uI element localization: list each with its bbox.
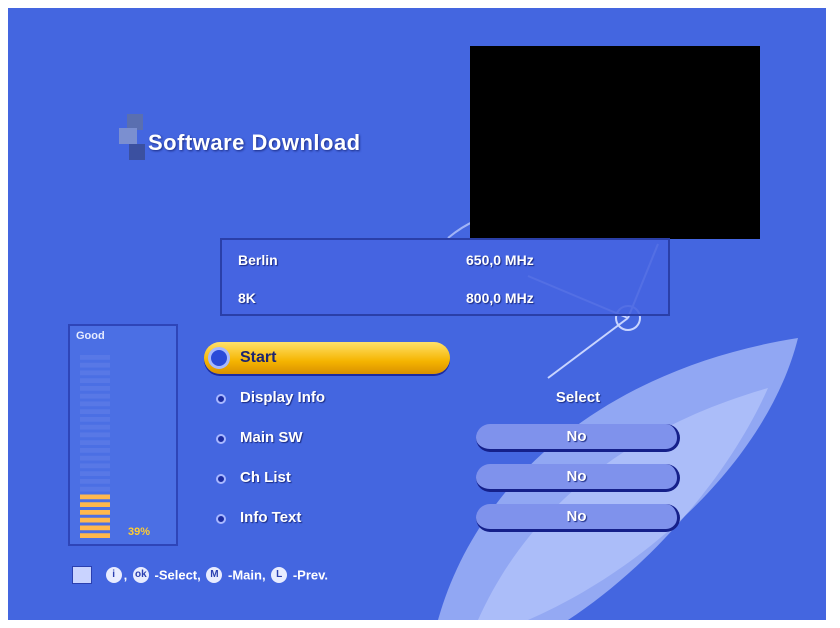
menu-start[interactable]: Start: [204, 342, 674, 374]
info-text-value[interactable]: No: [476, 504, 680, 532]
signal-bar-segment: [80, 525, 110, 531]
ch-list-value[interactable]: No: [476, 464, 680, 492]
menu-ch-list[interactable]: Ch List No: [204, 462, 680, 494]
info-row: Berlin 650,0 MHz: [238, 246, 652, 274]
signal-bar-segment: [80, 463, 110, 469]
back-key-icon: L: [271, 567, 288, 583]
selected-bullet-icon: [208, 347, 230, 369]
video-preview: [470, 46, 760, 239]
help-prev-text: -Prev.: [292, 567, 328, 583]
main-sw-value[interactable]: No: [476, 424, 680, 452]
signal-bar-segment: [80, 378, 110, 383]
signal-bar-segment: [80, 409, 110, 414]
signal-bar-segment: [80, 370, 110, 376]
info-key-icon: i: [105, 567, 122, 583]
signal-bar-segment: [80, 479, 110, 484]
display-info-value[interactable]: Select: [476, 389, 680, 406]
transponder-frequency: 650,0 MHz: [466, 252, 534, 268]
signal-bar-segment: [80, 393, 110, 399]
help-book-icon: [72, 566, 92, 584]
signal-bar-segment: [80, 486, 110, 492]
signal-quality-label: Good: [76, 330, 105, 342]
help-main-text: -Main,: [228, 567, 266, 583]
software-download-screen: Software Download Berlin 650,0 MHz 8K 80…: [8, 8, 826, 620]
signal-bar-segment: [80, 432, 110, 438]
transponder-frequency: 800,0 MHz: [466, 290, 534, 306]
menu-item-label: Display Info: [240, 389, 326, 406]
start-label: Start: [240, 349, 277, 366]
bullet-icon: [216, 434, 226, 444]
signal-bar-segment: [80, 355, 110, 360]
menu-key-icon: M: [206, 567, 223, 583]
signal-bar-segment: [80, 517, 110, 523]
ok-key-icon: ok: [132, 567, 149, 583]
help-select-text: -Select,: [154, 567, 201, 583]
signal-bar-segment: [80, 362, 110, 368]
menu-info-text[interactable]: Info Text No: [204, 502, 680, 534]
signal-bar-segment: [80, 386, 110, 391]
bullet-icon: [216, 394, 226, 404]
bullet-icon: [216, 474, 226, 484]
signal-bar-segment: [80, 494, 110, 500]
transponder-name: 8K: [238, 290, 256, 306]
signal-strength-meter: Good 39%: [68, 324, 178, 546]
signal-bar-segment: [80, 440, 110, 445]
menu-item-label: Info Text: [240, 509, 302, 526]
signal-percent: 39%: [128, 526, 151, 538]
bullet-icon: [216, 514, 226, 524]
signal-bar-segment: [80, 533, 110, 538]
signal-bar-segment: [80, 455, 110, 461]
help-bar: i, ok -Select, M -Main, L -Prev.: [72, 566, 328, 588]
signal-level-bars: [80, 355, 110, 538]
signal-bar-segment: [80, 448, 110, 453]
signal-bar-segment: [80, 510, 110, 515]
menu-main-sw[interactable]: Main SW No: [204, 422, 680, 454]
transponder-info-box: Berlin 650,0 MHz 8K 800,0 MHz: [220, 238, 670, 316]
signal-bar-segment: [80, 471, 110, 476]
signal-bar-segment: [80, 401, 110, 407]
signal-bar-segment: [80, 417, 110, 422]
info-row: 8K 800,0 MHz: [238, 284, 652, 312]
menu-display-info[interactable]: Display Info Select: [204, 382, 674, 414]
signal-bar-segment: [80, 424, 110, 430]
menu-item-label: Main SW: [240, 429, 303, 446]
transponder-name: Berlin: [238, 252, 278, 268]
signal-bar-segment: [80, 502, 110, 507]
menu-item-label: Ch List: [240, 469, 291, 486]
page-title: Software Download: [148, 130, 361, 155]
